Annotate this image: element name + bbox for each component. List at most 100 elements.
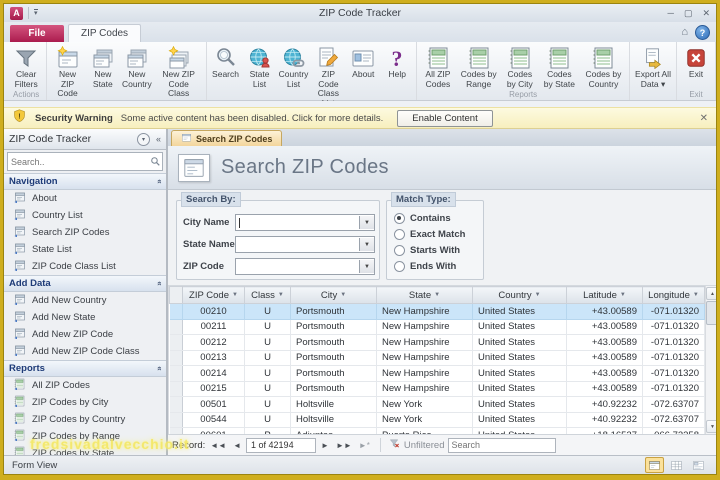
sidebar-item-add-new-state[interactable]: Add New State (4, 309, 166, 326)
cell-zip-code[interactable]: 00501 (183, 397, 245, 413)
column-filter-icon[interactable]: ▼ (232, 292, 238, 298)
radio-option-exact-match[interactable]: Exact Match (394, 229, 465, 240)
table-vertical-scrollbar[interactable]: ▲ ▼ (705, 286, 716, 434)
navigation-pane-header[interactable]: ZIP Code Tracker ▾ « (4, 129, 166, 150)
ribbon-button-help[interactable]: ?Help (380, 43, 414, 80)
table-row[interactable]: 00214UPortsmouthNew HampshireUnited Stat… (170, 366, 705, 382)
cell-longitude[interactable]: -072.63707 (643, 397, 705, 413)
ribbon-button-export-all-data[interactable]: Export All Data ▾ (632, 43, 674, 89)
ribbon-button-new-state[interactable]: New State (86, 43, 120, 89)
document-tab-search-zip-codes[interactable]: Search ZIP Codes (171, 130, 282, 146)
restore-button[interactable]: ▢ (684, 7, 693, 19)
cell-latitude[interactable]: +43.00589 (567, 335, 643, 351)
sidebar-item-zip-code-class-list[interactable]: ZIP Code Class List (4, 258, 166, 275)
radio-option-starts-with[interactable]: Starts With (394, 245, 460, 256)
column-header-class[interactable]: Class▼ (245, 287, 291, 304)
cell-longitude[interactable]: -071.01320 (643, 319, 705, 335)
cell-class[interactable]: U (245, 381, 291, 397)
table-row[interactable]: 00211UPortsmouthNew HampshireUnited Stat… (170, 319, 705, 335)
cell-longitude[interactable]: -072.63707 (643, 412, 705, 428)
sidebar-item-add-new-zip-code-class[interactable]: Add New ZIP Code Class (4, 343, 166, 360)
minimize-button[interactable]: ─ (668, 7, 674, 19)
column-header-latitude[interactable]: Latitude▼ (567, 287, 643, 304)
cell-country[interactable]: United States (473, 319, 567, 335)
help-icon[interactable]: ? (695, 25, 710, 40)
cell-latitude[interactable]: +40.92232 (567, 397, 643, 413)
chevron-down-icon[interactable]: ▼ (359, 238, 374, 251)
row-selector[interactable] (170, 304, 183, 320)
ribbon-button-codes-by-state[interactable]: Codes by State (539, 43, 580, 89)
column-header-zip-code[interactable]: ZIP Code▼ (183, 287, 245, 304)
radio-icon[interactable] (394, 229, 405, 240)
cell-city[interactable]: Portsmouth (291, 381, 377, 397)
nav-search-input[interactable] (8, 157, 148, 167)
next-record-button[interactable]: ► (319, 441, 331, 450)
ribbon-button-about[interactable]: About (346, 43, 380, 80)
radio-icon[interactable] (394, 245, 405, 256)
cell-city[interactable]: Portsmouth (291, 350, 377, 366)
cell-class[interactable]: U (245, 412, 291, 428)
sidebar-item-about[interactable]: About (4, 190, 166, 207)
cell-country[interactable]: United States (473, 335, 567, 351)
column-filter-icon[interactable]: ▼ (693, 292, 699, 298)
cell-latitude[interactable]: +43.00589 (567, 319, 643, 335)
column-header-longitude[interactable]: Longitude▼ (643, 287, 705, 304)
row-selector[interactable] (170, 381, 183, 397)
column-filter-icon[interactable]: ▼ (278, 292, 284, 298)
sidebar-item-country-list[interactable]: Country List (4, 207, 166, 224)
filter-toggle[interactable]: Unfiltered (389, 438, 445, 452)
cell-state[interactable]: New Hampshire (377, 350, 473, 366)
cell-longitude[interactable]: -071.01320 (643, 304, 705, 320)
cell-city[interactable]: Portsmouth (291, 366, 377, 382)
cell-zip-code[interactable]: 00213 (183, 350, 245, 366)
column-header-country[interactable]: Country▼ (473, 287, 567, 304)
search-icon[interactable] (148, 156, 162, 167)
cell-country[interactable]: United States (473, 366, 567, 382)
cell-state[interactable]: New Hampshire (377, 319, 473, 335)
cell-city[interactable]: Holtsville (291, 412, 377, 428)
cell-class[interactable]: U (245, 319, 291, 335)
cell-latitude[interactable]: +43.00589 (567, 366, 643, 382)
ribbon-button-state-list[interactable]: State List (243, 43, 277, 89)
form-view-icon[interactable] (645, 457, 664, 473)
cell-zip-code[interactable]: 00210 (183, 304, 245, 320)
column-filter-icon[interactable]: ▼ (340, 292, 346, 298)
ribbon-button-search[interactable]: Search (209, 43, 243, 80)
cell-city[interactable]: Portsmouth (291, 319, 377, 335)
sidebar-section-reports[interactable]: Reports» (4, 360, 166, 377)
radio-option-ends-with[interactable]: Ends With (394, 261, 456, 272)
ribbon-button-all-zip-codes[interactable]: All ZIP Codes (419, 43, 456, 89)
scrollbar-thumb[interactable] (706, 301, 716, 325)
chevron-down-icon[interactable]: ▼ (359, 260, 374, 273)
cell-state[interactable]: New Hampshire (377, 335, 473, 351)
cell-class[interactable]: U (245, 335, 291, 351)
layout-view-icon[interactable] (689, 457, 708, 473)
sidebar-section-add-data[interactable]: Add Data» (4, 275, 166, 292)
cell-country[interactable]: United States (473, 304, 567, 320)
row-selector[interactable] (170, 350, 183, 366)
row-selector[interactable] (170, 412, 183, 428)
cell-state[interactable]: New Hampshire (377, 366, 473, 382)
previous-record-button[interactable]: ◄ (231, 441, 243, 450)
cell-country[interactable]: United States (473, 350, 567, 366)
table-row[interactable]: 00210UPortsmouthNew HampshireUnited Stat… (170, 304, 705, 320)
cell-zip-code[interactable]: 00214 (183, 366, 245, 382)
collapse-section-icon[interactable]: » (154, 366, 163, 370)
cell-class[interactable]: U (245, 397, 291, 413)
ribbon-button-country-list[interactable]: Country List (277, 43, 311, 89)
collapse-section-icon[interactable]: » (154, 179, 163, 183)
sidebar-item-add-new-country[interactable]: Add New Country (4, 292, 166, 309)
cell-longitude[interactable]: -071.01320 (643, 335, 705, 351)
cell-class[interactable]: U (245, 366, 291, 382)
sidebar-item-zip-codes-by-country[interactable]: ZIP Codes by Country (4, 411, 166, 428)
ribbon-button-new-zip-code[interactable]: New ZIP Code (49, 43, 86, 99)
sidebar-item-zip-codes-by-range[interactable]: ZIP Codes by Range (4, 428, 166, 445)
collapse-section-icon[interactable]: » (154, 281, 163, 285)
cell-country[interactable]: United States (473, 412, 567, 428)
cell-longitude[interactable]: -071.01320 (643, 350, 705, 366)
nav-pane-collapse-icon[interactable]: « (156, 134, 161, 144)
cell-state[interactable]: New York (377, 412, 473, 428)
sidebar-item-add-new-zip-code[interactable]: Add New ZIP Code (4, 326, 166, 343)
new-record-button[interactable]: ►* (357, 441, 372, 450)
sidebar-section-navigation[interactable]: Navigation» (4, 173, 166, 190)
